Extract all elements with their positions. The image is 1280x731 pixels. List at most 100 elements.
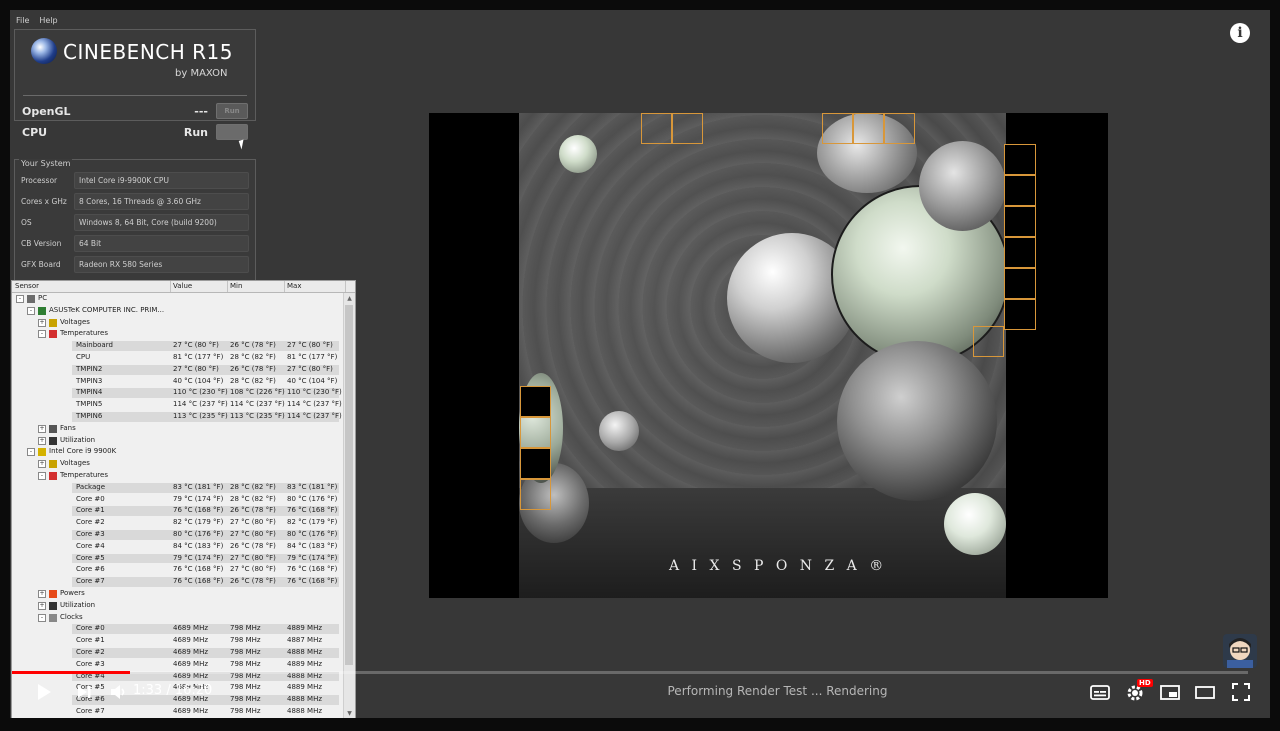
sensor-row[interactable]: Core #3 80 °C (176 °F) 27 °C (80 °F) 80 °C … — [12, 529, 343, 541]
sensor-group-row[interactable]: - PC — [12, 293, 343, 305]
sensor-value: 83 °C (181 °F) — [173, 482, 224, 491]
sensor-group-row[interactable]: + Fans — [12, 423, 343, 435]
volume-button[interactable] — [108, 681, 130, 703]
sensor-row[interactable]: TMPIN4 110 °C (230 °F) 108 °C (226 °F) 110 … — [12, 387, 343, 399]
theater-mode-button[interactable] — [1194, 681, 1216, 703]
scroll-down-icon[interactable]: ▼ — [346, 710, 353, 717]
sensor-name: TMPIN4 — [76, 388, 103, 397]
collapse-icon[interactable]: - — [38, 471, 46, 480]
sensor-value: 4689 MHz — [173, 624, 209, 633]
sensor-name: Clocks — [60, 612, 83, 621]
collapse-icon[interactable]: - — [38, 613, 46, 622]
channel-avatar[interactable] — [1223, 634, 1257, 668]
expand-icon[interactable]: + — [38, 318, 46, 327]
menu-file[interactable]: File — [16, 16, 29, 25]
sensor-name: Core #5 — [76, 553, 105, 562]
sensor-min: 28 °C (82 °F) — [230, 352, 276, 361]
divider — [23, 95, 247, 96]
sensor-group-row[interactable]: + Powers — [12, 588, 343, 600]
sensor-row[interactable]: TMPIN6 113 °C (235 °F) 113 °C (235 °F) 114 … — [12, 411, 343, 423]
info-icon[interactable]: i — [1230, 23, 1250, 43]
column-sensor[interactable]: Sensor — [12, 281, 171, 292]
system-row: GFX Board Radeon RX 580 Series — [21, 255, 249, 273]
scroll-up-icon[interactable]: ▲ — [346, 295, 353, 302]
sensor-group-row[interactable]: - Intel Core i9 9900K — [12, 446, 343, 458]
sensor-row[interactable]: Core #6 76 °C (168 °F) 27 °C (80 °F) 76 °C … — [12, 564, 343, 576]
video-frame[interactable]: File Help CINEBENCH R15 by MAXON OpenGL … — [10, 10, 1270, 718]
pc-icon — [27, 295, 35, 303]
sensor-min: 27 °C (80 °F) — [230, 553, 276, 562]
sensor-row[interactable]: Core #0 79 °C (174 °F) 28 °C (82 °F) 80 °C … — [12, 494, 343, 506]
sensor-row[interactable]: Core #3 4689 MHz 798 MHz 4889 MHz — [12, 659, 343, 671]
column-max[interactable]: Max — [284, 281, 346, 292]
sensor-row[interactable]: Core #2 82 °C (179 °F) 27 °C (80 °F) 82 °C … — [12, 517, 343, 529]
progress-bar[interactable] — [12, 671, 1248, 674]
sensor-row[interactable]: Core #2 4689 MHz 798 MHz 4888 MHz — [12, 647, 343, 659]
sensor-row[interactable]: TMPIN3 40 °C (104 °F) 28 °C (82 °F) 40 °C (… — [12, 376, 343, 388]
hwmonitor-header: Sensor Value Min Max — [12, 281, 355, 293]
sensor-row[interactable]: TMPIN5 114 °C (237 °F) 114 °C (237 °F) 114 … — [12, 399, 343, 411]
collapse-icon[interactable]: - — [16, 295, 24, 303]
collapse-icon[interactable]: - — [38, 330, 46, 339]
sensor-group-row[interactable]: + Voltages — [12, 458, 343, 470]
system-key: OS — [21, 217, 32, 227]
sensor-max: 4889 MHz — [287, 624, 323, 633]
expand-icon[interactable]: + — [38, 436, 46, 445]
sensor-row[interactable]: Core #5 79 °C (174 °F) 27 °C (80 °F) 79 °C … — [12, 553, 343, 565]
hwmonitor-scrollbar[interactable]: ▲ ▼ — [343, 293, 355, 718]
sensor-row[interactable]: CPU 81 °C (177 °F) 28 °C (82 °F) 81 °C (177… — [12, 352, 343, 364]
collapse-icon[interactable]: - — [27, 306, 35, 315]
sensor-group-row[interactable]: + Voltages — [12, 317, 343, 329]
settings-button[interactable]: HD — [1123, 679, 1153, 703]
sensor-group-row[interactable]: + Utilization — [12, 435, 343, 447]
sensor-group-row[interactable]: - Temperatures — [12, 470, 343, 482]
sensor-row[interactable]: Package 83 °C (181 °F) 28 °C (82 °F) 83 °C … — [12, 482, 343, 494]
sensor-max: 27 °C (80 °F) — [287, 364, 333, 373]
column-min[interactable]: Min — [227, 281, 285, 292]
column-value[interactable]: Value — [170, 281, 228, 292]
sensor-value: 76 °C (168 °F) — [173, 577, 224, 586]
expand-icon[interactable]: + — [38, 601, 46, 610]
scroll-thumb[interactable] — [345, 305, 353, 665]
sensor-group-row[interactable]: - ASUSTeK COMPUTER INC. PRIM... — [12, 305, 343, 317]
next-button[interactable] — [73, 681, 95, 703]
render-bucket — [520, 479, 551, 510]
theater-icon — [1195, 685, 1215, 699]
subtitles-button[interactable] — [1089, 681, 1111, 703]
sensor-group-row[interactable]: - Temperatures — [12, 328, 343, 340]
fullscreen-button[interactable] — [1230, 681, 1252, 703]
system-value: 8 Cores, 16 Threads @ 3.60 GHz — [74, 192, 249, 210]
collapse-icon[interactable]: - — [27, 448, 35, 457]
sensor-row[interactable]: Core #4 84 °C (183 °F) 26 °C (78 °F) 84 °C … — [12, 541, 343, 553]
play-button[interactable] — [33, 681, 55, 703]
sensor-group-row[interactable]: - Clocks — [12, 612, 343, 624]
cpu-label: CPU — [22, 125, 48, 139]
sensor-value: 81 °C (177 °F) — [173, 352, 224, 361]
fan-icon — [49, 424, 57, 433]
opengl-run-button[interactable]: Run — [216, 103, 248, 119]
miniplayer-button[interactable] — [1159, 681, 1181, 703]
power-icon — [49, 589, 57, 598]
sensor-row[interactable]: Core #1 4689 MHz 798 MHz 4887 MHz — [12, 635, 343, 647]
sensor-tree[interactable]: - PC - ASUSTeK COMPUTER INC. PRIM... + Voltag… — [12, 293, 343, 718]
sensor-group-row[interactable]: + Utilization — [12, 600, 343, 612]
sphere — [837, 341, 997, 501]
sensor-row[interactable]: Core #1 76 °C (168 °F) 26 °C (78 °F) 76 °C … — [12, 505, 343, 517]
sensor-row[interactable]: Core #7 76 °C (168 °F) 26 °C (78 °F) 76 °C … — [12, 576, 343, 588]
expand-icon[interactable]: + — [38, 424, 46, 433]
sensor-min: 108 °C (226 °F) — [230, 388, 285, 397]
sensor-max: 76 °C (168 °F) — [287, 506, 338, 515]
menu-help[interactable]: Help — [39, 16, 57, 25]
expand-icon[interactable]: + — [38, 589, 46, 598]
render-status-text: Performing Render Test ... Rendering — [667, 684, 888, 698]
scene-floor — [519, 488, 1006, 598]
sensor-name: Core #3 — [76, 659, 105, 668]
sensor-row[interactable]: Core #7 4689 MHz 798 MHz 4888 MHz — [12, 706, 343, 718]
system-key: CB Version — [21, 238, 62, 248]
sensor-row[interactable]: Core #0 4689 MHz 798 MHz 4889 MHz — [12, 623, 343, 635]
sensor-row[interactable]: Mainboard 27 °C (80 °F) 26 °C (78 °F) 27 °C… — [12, 340, 343, 352]
cpu-run-button[interactable] — [216, 124, 248, 140]
sensor-min: 798 MHz — [230, 636, 261, 645]
expand-icon[interactable]: + — [38, 460, 46, 469]
sensor-row[interactable]: TMPIN2 27 °C (80 °F) 26 °C (78 °F) 27 °C (8… — [12, 364, 343, 376]
